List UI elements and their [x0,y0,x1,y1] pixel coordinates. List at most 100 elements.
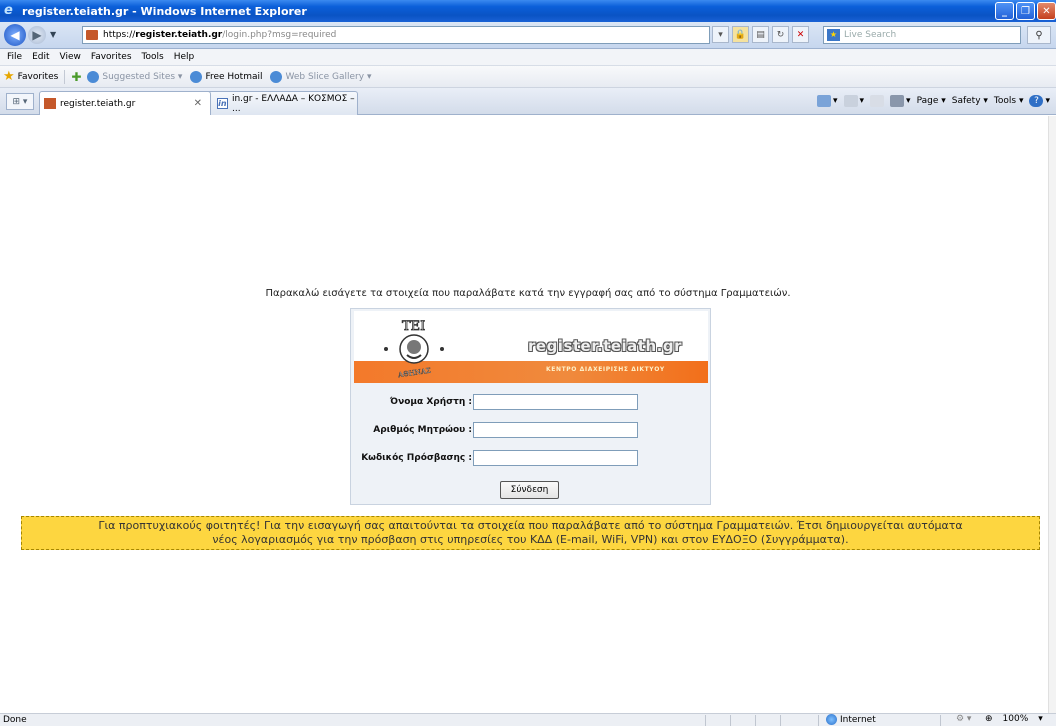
login-form: ΤΕΙ ΑΘΗΝΑΣ register.teiath.gr ΚΕΝΤΡΟ ΔΙΑ… [350,308,711,505]
status-text: Done [3,715,27,725]
back-button[interactable]: ◀ [4,24,26,46]
safety-menu[interactable]: Safety ▾ [952,96,988,106]
menu-tools[interactable]: Tools [142,52,164,62]
search-input[interactable]: ★ Live Search [823,26,1021,44]
status-bar: Done Internet ⚙ ▾ ⊕ 100% ▾ [0,713,1056,726]
emblem-bottom-text: ΑΘΗΝΑΣ [397,367,432,379]
password-input[interactable] [473,450,638,466]
forward-button[interactable]: ▶ [28,26,46,44]
security-zone[interactable]: Internet [826,714,876,725]
ie-icon [270,70,283,83]
logo-banner: ΤΕΙ ΑΘΗΝΑΣ register.teiath.gr ΚΕΝΤΡΟ ΔΙΑ… [354,311,708,383]
menu-view[interactable]: View [60,52,81,62]
students-notice: Για προπτυχιακούς φοιτητές! Για την εισα… [21,516,1040,550]
notice-line-1: Για προπτυχιακούς φοιτητές! Για την εισα… [98,519,963,532]
ie-icon [87,70,100,83]
site-favicon-icon [44,98,56,109]
search-placeholder: Live Search [844,30,897,40]
divider [730,715,731,726]
tab-bar: ⊞ ▾ in in.gr - ΕΛΛΑΔΑ – ΚΟΣΜΟΣ – ... reg… [0,88,1056,115]
tab-label: in.gr - ΕΛΛΑΔΑ – ΚΟΣΜΟΣ – ... [231,93,355,114]
url-scheme: https:// [103,30,136,40]
tei-athens-emblem-icon: ΤΕΙ ΑΘΗΝΑΣ [384,319,444,379]
page-menu[interactable]: Page ▾ [917,96,946,106]
address-toolbar: ◀ ▶ ▼ https://register.teiath.gr/login.p… [0,22,1056,49]
in-gr-favicon-icon: in [216,98,228,109]
password-label: Κωδικός Πρόσβασης : [361,453,472,463]
password-row: Κωδικός Πρόσβασης : [351,450,712,468]
fav-label: Free Hotmail [205,71,263,82]
fav-label: Web Slice Gallery ▾ [285,71,372,82]
live-search-icon: ★ [827,29,840,41]
site-favicon-icon [86,30,98,40]
close-window-button[interactable]: ✕ [1037,2,1056,20]
menu-bar: File Edit View Favorites Tools Help [0,49,1056,66]
notice-line-2: νέος λογαριασμός για την πρόσβαση στις υ… [212,533,849,546]
username-input[interactable] [473,394,638,410]
menu-favorites[interactable]: Favorites [91,52,132,62]
close-tab-icon[interactable]: ✕ [194,98,202,109]
zoom-dropdown-icon: ▾ [1038,714,1043,724]
fav-label: Suggested Sites ▾ [102,71,183,82]
registration-number-row: Αριθμός Μητρώου : [351,422,712,440]
address-dropdown-icon[interactable]: ▾ [712,26,729,43]
ie-icon [190,70,203,83]
fav-free-hotmail[interactable]: Free Hotmail [190,70,263,83]
print-button[interactable]: ▾ [890,95,911,107]
help-button[interactable]: ? ▾ [1029,95,1050,107]
url-path: /login.php?msg=required [222,30,337,40]
login-button[interactable]: Σύνδεση [500,481,559,499]
compatibility-view-icon[interactable]: ▤ [752,26,769,43]
window-title: register.teiath.gr - Windows Internet Ex… [22,4,307,18]
emblem-top-text: ΤΕΙ [402,319,425,334]
tab-label: register.teiath.gr [60,98,136,109]
help-icon: ? [1029,95,1044,107]
favorites-star-icon: ★ [3,69,15,84]
menu-help[interactable]: Help [174,52,195,62]
username-label: Όνομα Χρήστη : [390,397,472,407]
divider [818,715,819,726]
divider [705,715,706,726]
tools-menu[interactable]: Tools ▾ [994,96,1024,106]
logo-subtitle: ΚΕΝΤΡΟ ΔΙΑΧΕΙΡΙΣΗΣ ΔΙΚΤΥΟΥ [546,366,665,373]
feeds-button[interactable]: ▾ [843,95,864,107]
security-lock-icon[interactable]: 🔒 [732,26,749,43]
print-icon [890,95,905,107]
refresh-icon[interactable]: ↻ [772,26,789,43]
stop-icon[interactable]: ✕ [792,26,809,43]
menu-edit[interactable]: Edit [32,52,49,62]
divider [755,715,756,726]
window-title-bar: e register.teiath.gr - Windows Internet … [0,0,1056,22]
recent-pages-dropdown-icon[interactable]: ▼ [50,30,56,39]
url-host: register.teiath.gr [135,30,223,40]
command-bar: ▾ ▾ ▾ Page ▾ Safety ▾ Tools ▾ ? ▾ [816,95,1050,107]
ie-logo-icon: e [4,3,13,18]
tab-register[interactable]: register.teiath.gr ✕ [39,91,211,115]
username-row: Όνομα Χρήστη : [351,394,712,412]
zoom-level: 100% [1002,714,1029,724]
home-icon [816,95,831,107]
feeds-icon [843,95,858,107]
search-button[interactable]: ⚲ [1027,26,1051,44]
zoom-control[interactable]: ⊕ 100% ▾ [985,714,1043,724]
divider [780,715,781,726]
tab-in-gr[interactable]: in in.gr - ΕΛΛΑΔΑ – ΚΟΣΜΟΣ – ... [193,91,358,115]
fav-suggested-sites[interactable]: Suggested Sites ▾ [87,70,183,83]
add-to-favorites-icon[interactable]: ✚ [71,70,81,84]
menu-file[interactable]: File [7,52,22,62]
favorites-button[interactable]: Favorites [18,72,59,82]
registration-number-input[interactable] [473,422,638,438]
vertical-scrollbar[interactable] [1048,116,1056,713]
login-instruction: Παρακαλώ εισάγετε τα στοιχεία που παραλά… [265,288,791,299]
quick-tabs-button[interactable]: ⊞ ▾ [6,93,34,110]
logo-title: register.teiath.gr [528,337,682,355]
fav-web-slice-gallery[interactable]: Web Slice Gallery ▾ [270,70,372,83]
maximize-button[interactable]: ❐ [1016,2,1035,20]
home-button[interactable]: ▾ [816,95,838,107]
read-mail-button[interactable] [870,95,885,107]
protected-mode-icon[interactable]: ⚙ ▾ [956,714,971,724]
minimize-button[interactable]: _ [995,2,1014,20]
internet-globe-icon [826,714,837,725]
divider [940,715,941,726]
address-bar[interactable]: https://register.teiath.gr/login.php?msg… [82,26,710,44]
